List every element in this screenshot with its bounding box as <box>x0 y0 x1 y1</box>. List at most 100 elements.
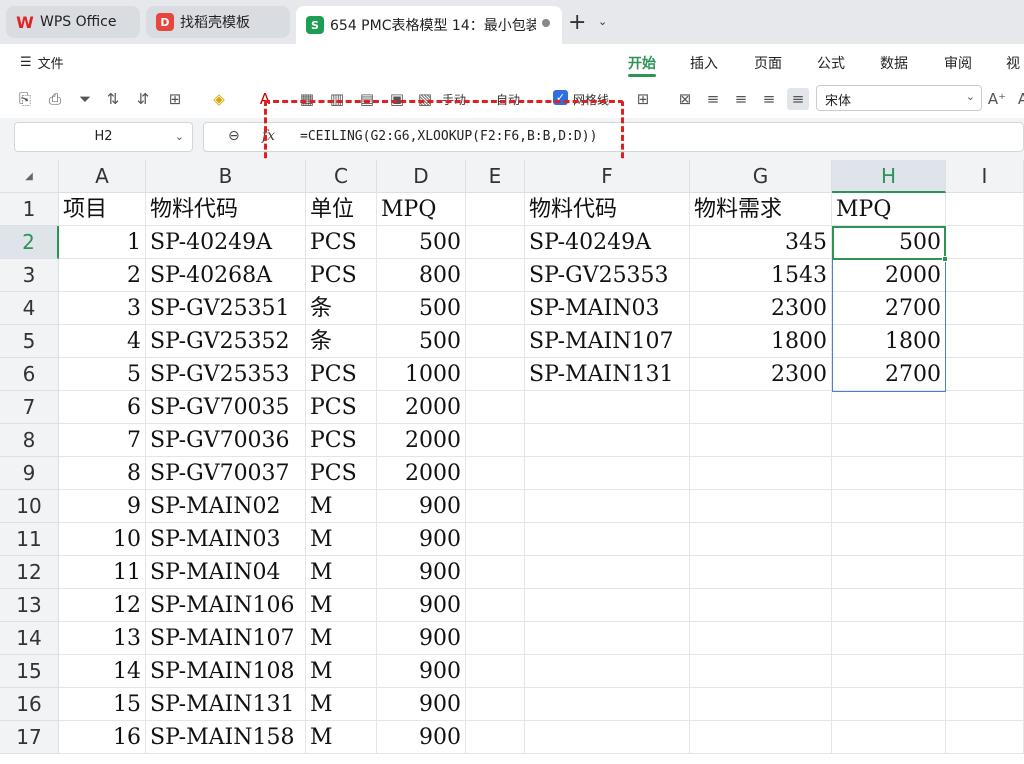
cell-a5[interactable]: 4 <box>59 325 146 358</box>
wrap-text-icon[interactable]: ▥ <box>326 88 348 110</box>
cell-b10[interactable]: SP-MAIN02 <box>146 490 306 523</box>
cell-a6[interactable]: 5 <box>59 358 146 391</box>
cell-f3[interactable]: SP-GV25353 <box>525 259 690 292</box>
cell-f13[interactable] <box>525 589 690 622</box>
row-header[interactable]: 5 <box>0 325 59 358</box>
header-cell-e[interactable] <box>466 193 525 226</box>
header-cell-a[interactable]: 项目 <box>59 193 146 226</box>
cell-f5[interactable]: SP-MAIN107 <box>525 325 690 358</box>
cell-h6[interactable]: 2700 <box>832 358 946 391</box>
cell-f9[interactable] <box>525 457 690 490</box>
header-cell-d[interactable]: MPQ <box>377 193 466 226</box>
tab-view[interactable]: 视 <box>1006 53 1020 73</box>
cell-b5[interactable]: SP-GV25352 <box>146 325 306 358</box>
paste-values-icon[interactable]: ⎘ <box>14 88 36 110</box>
cell-b3[interactable]: SP-40268A <box>146 259 306 292</box>
unsaved-dot-icon[interactable] <box>542 19 550 27</box>
cell-g3[interactable]: 1543 <box>690 259 832 292</box>
cell-g5[interactable]: 1800 <box>690 325 832 358</box>
cell-e10[interactable] <box>466 490 525 523</box>
cell-d9[interactable]: 2000 <box>377 457 466 490</box>
spreadsheet-grid[interactable]: ◢ A B C D E F G H I 1 项目 物料代码 单位 MPQ 物料代码 物料需求 MPQ 2 1 SP-4… <box>0 160 1024 764</box>
cell-e12[interactable] <box>466 556 525 589</box>
cell-f12[interactable] <box>525 556 690 589</box>
header-cell-f[interactable]: 物料代码 <box>525 193 690 226</box>
header-cell-h[interactable]: MPQ <box>832 193 946 226</box>
column-header-c[interactable]: C <box>306 160 377 193</box>
row-header[interactable]: 8 <box>0 424 59 457</box>
row-header[interactable]: 15 <box>0 655 59 688</box>
cell-d7[interactable]: 2000 <box>377 391 466 424</box>
cell-h10[interactable] <box>832 490 946 523</box>
cell-b8[interactable]: SP-GV70036 <box>146 424 306 457</box>
header-cell-g[interactable]: 物料需求 <box>690 193 832 226</box>
cell-e13[interactable] <box>466 589 525 622</box>
row-header[interactable]: 6 <box>0 358 59 391</box>
cell-i15[interactable] <box>946 655 1024 688</box>
cell-a14[interactable]: 13 <box>59 622 146 655</box>
cell-c11[interactable]: M <box>306 523 377 556</box>
column-header-b[interactable]: B <box>146 160 306 193</box>
cell-c16[interactable]: M <box>306 688 377 721</box>
cell-b17[interactable]: SP-MAIN158 <box>146 721 306 754</box>
cell-i8[interactable] <box>946 424 1024 457</box>
cell-f2[interactable]: SP-40249A <box>525 226 690 259</box>
cell-b14[interactable]: SP-MAIN107 <box>146 622 306 655</box>
sort-ascending-icon[interactable]: ⇅ <box>102 88 124 110</box>
row-header[interactable]: 7 <box>0 391 59 424</box>
table-style-icon[interactable]: ▧ <box>414 88 436 110</box>
column-header-g[interactable]: G <box>690 160 832 193</box>
row-header[interactable]: 13 <box>0 589 59 622</box>
row-header[interactable]: 9 <box>0 457 59 490</box>
align-right-icon[interactable]: ≡ <box>758 88 780 110</box>
name-box[interactable]: H2 ⌄ <box>14 122 193 152</box>
cell-i4[interactable] <box>946 292 1024 325</box>
cell-c10[interactable]: M <box>306 490 377 523</box>
cell-e3[interactable] <box>466 259 525 292</box>
cell-f17[interactable] <box>525 721 690 754</box>
cell-d11[interactable]: 900 <box>377 523 466 556</box>
cell-b6[interactable]: SP-GV25353 <box>146 358 306 391</box>
align-center-icon[interactable]: ≡ <box>730 88 752 110</box>
cell-d5[interactable]: 500 <box>377 325 466 358</box>
cell-a7[interactable]: 6 <box>59 391 146 424</box>
cell-g6[interactable]: 2300 <box>690 358 832 391</box>
cell-d12[interactable]: 900 <box>377 556 466 589</box>
cell-d14[interactable]: 900 <box>377 622 466 655</box>
tab-page[interactable]: 页面 <box>754 53 782 73</box>
cell-h17[interactable] <box>832 721 946 754</box>
font-color-icon[interactable]: A <box>254 88 276 110</box>
cell-i14[interactable] <box>946 622 1024 655</box>
cell-i7[interactable] <box>946 391 1024 424</box>
cell-d15[interactable]: 900 <box>377 655 466 688</box>
cell-c12[interactable]: M <box>306 556 377 589</box>
cell-g13[interactable] <box>690 589 832 622</box>
row-header[interactable]: 12 <box>0 556 59 589</box>
cell-h13[interactable] <box>832 589 946 622</box>
cell-i13[interactable] <box>946 589 1024 622</box>
cell-g2[interactable]: 345 <box>690 226 832 259</box>
cell-i11[interactable] <box>946 523 1024 556</box>
cell-i16[interactable] <box>946 688 1024 721</box>
header-cell-b[interactable]: 物料代码 <box>146 193 306 226</box>
cell-a13[interactable]: 12 <box>59 589 146 622</box>
cell-c6[interactable]: PCS <box>306 358 377 391</box>
cell-a12[interactable]: 11 <box>59 556 146 589</box>
cell-e4[interactable] <box>466 292 525 325</box>
cell-e9[interactable] <box>466 457 525 490</box>
cell-f4[interactable]: SP-MAIN03 <box>525 292 690 325</box>
tab-review[interactable]: 审阅 <box>944 53 972 73</box>
zoom-search-icon[interactable]: ⊖ <box>228 128 240 144</box>
cell-e5[interactable] <box>466 325 525 358</box>
fill-handle[interactable] <box>942 256 948 262</box>
cell-g17[interactable] <box>690 721 832 754</box>
borders-icon[interactable]: ⊞ <box>164 88 186 110</box>
header-cell-i[interactable] <box>946 193 1024 226</box>
cell-h9[interactable] <box>832 457 946 490</box>
row-header[interactable]: 1 <box>0 193 59 226</box>
fill-color-icon[interactable]: ◈ <box>208 88 230 110</box>
cell-c9[interactable]: PCS <box>306 457 377 490</box>
cell-b16[interactable]: SP-MAIN131 <box>146 688 306 721</box>
cell-d3[interactable]: 800 <box>377 259 466 292</box>
cell-i9[interactable] <box>946 457 1024 490</box>
